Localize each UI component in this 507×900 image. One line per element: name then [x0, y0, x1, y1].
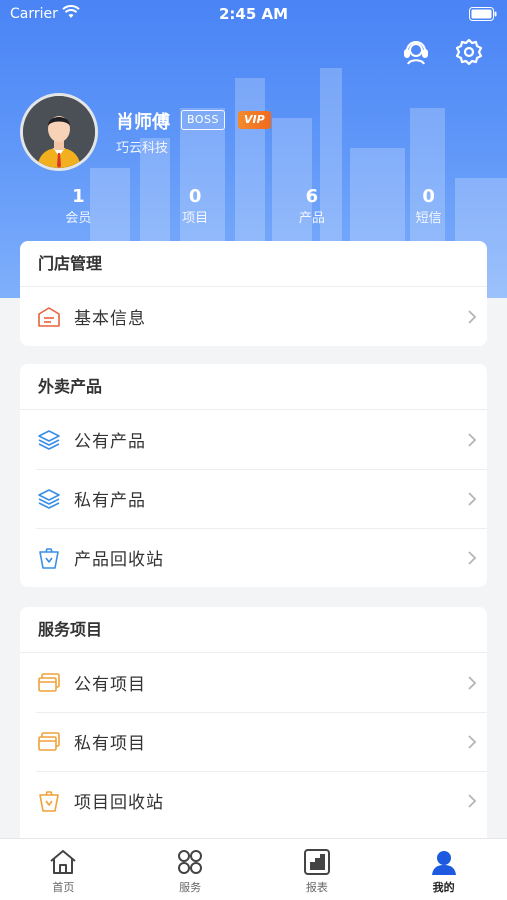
stats-bar: 1 会员 0 项目 6 产品 0 短信 — [20, 185, 487, 233]
menu-item-label: 项目回收站 — [74, 793, 164, 813]
role-badge: BOSS — [181, 110, 225, 130]
stat-value: 1 — [72, 186, 85, 207]
chevron-right-icon — [457, 550, 487, 566]
tab-bar: 首页 服务 报表 我的 — [0, 838, 507, 900]
tab-label: 我的 — [432, 881, 455, 894]
stat-label: 产品 — [298, 211, 325, 226]
takeaway-products-card: 外卖产品 公有产品 私有产品 产品回收站 — [20, 364, 487, 587]
id-card-icon — [36, 304, 62, 330]
layers-icon — [36, 427, 62, 453]
tab-label: 首页 — [52, 881, 75, 894]
stat-sms[interactable]: 0 短信 — [370, 185, 487, 233]
menu-item-private-products[interactable]: 私有产品 — [20, 469, 487, 528]
tab-reports[interactable]: 报表 — [254, 839, 381, 900]
chevron-right-icon — [457, 734, 487, 750]
grid-icon — [175, 847, 205, 877]
chevron-right-icon — [457, 491, 487, 507]
menu-item-label: 公有项目 — [74, 675, 146, 695]
menu-item-label: 私有产品 — [74, 491, 146, 511]
store-management-card: 门店管理 基本信息 — [20, 241, 487, 346]
stat-value: 0 — [188, 186, 202, 207]
menu-item-public-projects[interactable]: 公有项目 — [20, 653, 487, 712]
chevron-right-icon — [457, 309, 487, 325]
headset-icon[interactable] — [400, 36, 432, 68]
chevron-right-icon — [457, 675, 487, 691]
stat-label: 会员 — [65, 211, 92, 226]
vip-badge: VIP — [238, 111, 271, 129]
menu-item-project-recycle-bin[interactable]: 项目回收站 — [20, 771, 487, 830]
menu-item-label: 产品回收站 — [74, 550, 164, 570]
tab-mine[interactable]: 我的 — [380, 839, 507, 900]
menu-item-basic-info[interactable]: 基本信息 — [20, 287, 487, 346]
battery-icon — [469, 7, 497, 25]
recycle-bin-icon — [36, 545, 62, 571]
tab-home[interactable]: 首页 — [0, 839, 127, 900]
stat-members[interactable]: 1 会员 — [20, 185, 137, 233]
tab-label: 报表 — [305, 881, 328, 894]
chart-icon — [302, 847, 332, 877]
user-icon — [429, 847, 459, 877]
service-projects-card: 服务项目 公有项目 私有项目 项目回收站 — [20, 607, 487, 847]
home-icon — [48, 847, 78, 877]
stat-label: 短信 — [415, 211, 442, 226]
avatar[interactable] — [20, 93, 98, 171]
menu-item-label: 公有产品 — [74, 432, 146, 452]
cards-icon — [36, 729, 62, 755]
layers-icon — [36, 486, 62, 512]
stat-products[interactable]: 6 产品 — [254, 185, 371, 233]
company-name: 巧云科技 — [116, 141, 169, 156]
menu-item-public-products[interactable]: 公有产品 — [20, 410, 487, 469]
gear-icon[interactable] — [453, 36, 485, 68]
menu-item-label: 私有项目 — [74, 734, 146, 754]
section-title: 门店管理 — [20, 241, 487, 287]
tab-label: 服务 — [179, 881, 202, 894]
menu-item-label: 基本信息 — [74, 309, 146, 329]
cards-icon — [36, 670, 62, 696]
section-title: 外卖产品 — [20, 364, 487, 410]
user-name: 肖师傅 — [116, 112, 170, 133]
chevron-right-icon — [457, 793, 487, 809]
menu-item-private-projects[interactable]: 私有项目 — [20, 712, 487, 771]
chevron-right-icon — [457, 432, 487, 448]
clock: 2:45 AM — [218, 5, 289, 23]
tab-services[interactable]: 服务 — [127, 839, 254, 900]
section-title: 服务项目 — [20, 607, 487, 653]
menu-item-product-recycle-bin[interactable]: 产品回收站 — [20, 528, 487, 587]
stat-value: 6 — [305, 186, 319, 207]
stat-projects[interactable]: 0 项目 — [137, 185, 254, 233]
status-bar: Carrier 2:45 AM — [0, 0, 507, 30]
stat-label: 项目 — [182, 211, 209, 226]
stat-value: 0 — [422, 186, 435, 207]
recycle-bin-icon — [36, 788, 62, 814]
